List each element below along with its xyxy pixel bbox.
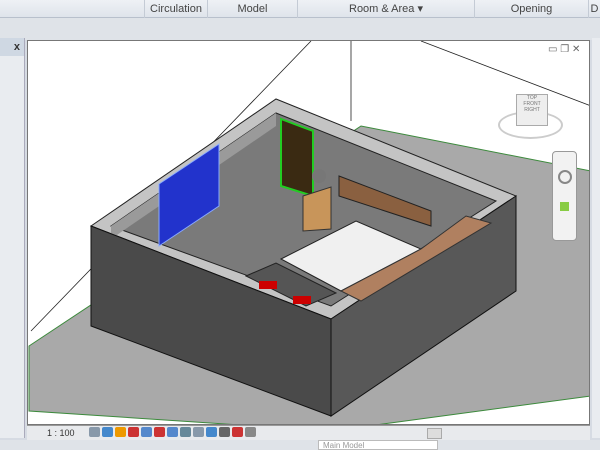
show-crop-icon [166, 427, 178, 437]
steering-wheel-icon[interactable] [557, 170, 572, 184]
lamp [312, 169, 326, 183]
status-bar: Main Model [0, 440, 600, 450]
close-icon[interactable]: ✕ [572, 44, 580, 55]
render-icon [140, 427, 152, 437]
visual-style-icon [101, 427, 113, 437]
view-control-bar: 1 : 100 [27, 425, 590, 440]
3d-view[interactable]: ▭ ❐ ✕ TOP FRONT RIGHT [27, 40, 590, 425]
panel-opening[interactable]: Opening [474, 0, 588, 18]
panel-model[interactable]: Model [207, 0, 297, 18]
highlight-icon [231, 427, 243, 437]
shadows-icon [127, 427, 139, 437]
cushion [293, 296, 311, 304]
crop-icon [153, 427, 165, 437]
reveal-icon [205, 427, 217, 437]
door [280, 117, 314, 198]
ribbon: Circulation Model Room & Area ▾ Opening … [0, 0, 600, 18]
scale-label[interactable]: 1 : 100 [47, 428, 75, 438]
analytical-icon [218, 427, 230, 437]
panel-datum[interactable]: D [588, 0, 600, 18]
workset-field[interactable]: Main Model [318, 440, 438, 450]
panel-room-area[interactable]: Room & Area ▾ [297, 0, 474, 18]
navigation-bar[interactable] [552, 151, 577, 241]
restore-icon[interactable]: ❐ [560, 44, 569, 55]
zoom-icon[interactable] [560, 202, 569, 211]
properties-panel: x [0, 38, 25, 438]
viewcube[interactable]: TOP FRONT RIGHT [498, 86, 568, 146]
horizontal-scrollbar[interactable] [427, 428, 442, 439]
detail-level-icon [88, 427, 100, 437]
toolbar [0, 18, 600, 40]
panel-circulation[interactable]: Circulation [144, 0, 207, 18]
right-panel [592, 38, 600, 438]
viewcube-right[interactable]: RIGHT [524, 107, 540, 113]
temp-hide-icon [192, 427, 204, 437]
worksharing-icon [244, 427, 256, 437]
close-panel-button[interactable]: x [0, 38, 24, 56]
lock-view-icon [179, 427, 191, 437]
cushion [259, 281, 277, 289]
sun-path-icon [114, 427, 126, 437]
view-controls[interactable]: ▭ ❐ ✕ [548, 44, 580, 55]
view-control-icons[interactable] [88, 427, 258, 439]
minimize-icon[interactable]: ▭ [548, 44, 557, 55]
